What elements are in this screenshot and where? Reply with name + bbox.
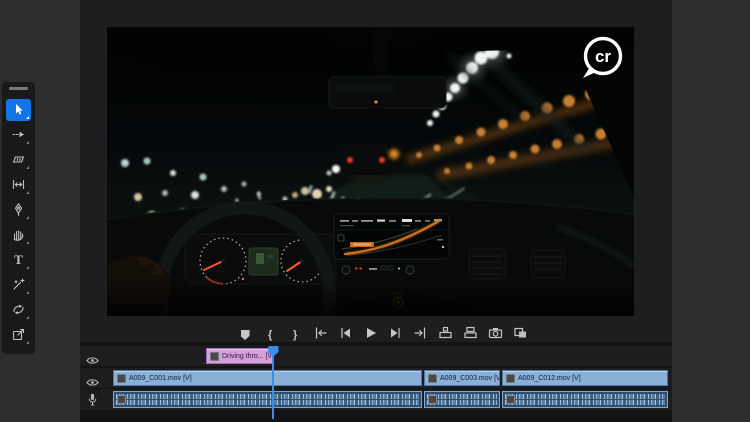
track-a1-voiceover-button[interactable] (88, 393, 97, 412)
eye-icon (86, 374, 99, 391)
mark-in-button[interactable]: { (262, 327, 278, 343)
lift-button[interactable] (438, 327, 454, 343)
waveform (505, 394, 665, 399)
slip-arrows-icon (12, 178, 25, 191)
selection-tool[interactable] (6, 99, 31, 121)
remix-tool[interactable] (6, 274, 31, 296)
comparison-view-button[interactable] (513, 327, 529, 343)
comparison-view-icon (513, 326, 528, 345)
razor-blade-icon (12, 153, 25, 166)
tools-panel: T (2, 82, 35, 354)
video-clip[interactable]: A009_C001.mov [V] (113, 370, 422, 386)
fx-badge-icon (117, 374, 126, 383)
play-button[interactable] (362, 327, 378, 343)
go-to-in-icon (313, 326, 328, 345)
program-monitor: cr (107, 27, 634, 316)
tool-list: T (2, 97, 35, 347)
video-clip[interactable]: A009_C003.mov [V] (424, 370, 500, 386)
wand-sparkle-icon (12, 278, 25, 291)
play-icon (363, 326, 378, 345)
mark-out-button[interactable]: } (287, 327, 303, 343)
extract-icon (463, 326, 478, 345)
waveform (116, 394, 419, 399)
camera-icon (488, 326, 503, 345)
hand-icon (12, 228, 25, 241)
pen-nib-icon (12, 203, 25, 216)
step-back-button[interactable] (337, 327, 353, 343)
clip-label: A009_C001.mov [V] (129, 375, 192, 382)
clip-label: A009_C012.mov [V] (518, 375, 581, 382)
razor-tool[interactable] (6, 149, 31, 171)
transport-controls: { } (237, 326, 529, 344)
fx-badge-icon (428, 395, 437, 404)
fx-badge-icon (506, 374, 515, 383)
clip-label: Driving thro... [V] (222, 353, 273, 360)
step-forward-icon (388, 326, 403, 345)
pen-tool[interactable] (6, 199, 31, 221)
marker-icon (241, 330, 250, 340)
edit-extension-tool[interactable] (6, 324, 31, 346)
svg-text:cr: cr (595, 47, 611, 66)
fx-badge-icon (428, 374, 437, 383)
waveform (427, 394, 497, 399)
audio-clip[interactable] (502, 391, 668, 408)
video-track-2 (80, 346, 672, 366)
audio-clip[interactable] (113, 391, 422, 408)
step-back-icon (338, 326, 353, 345)
slip-tool[interactable] (6, 174, 31, 196)
video-clip[interactable]: A009_C012.mov [V] (502, 370, 668, 386)
waveform (505, 400, 665, 405)
cursor-arrow-icon (12, 103, 25, 116)
dashed-arrow-icon (12, 128, 25, 141)
fx-badge-icon (210, 352, 219, 361)
audio-clip[interactable] (424, 391, 500, 408)
transform-tool[interactable] (6, 299, 31, 321)
waveform (116, 400, 419, 405)
mark-out-icon: } (293, 330, 297, 341)
track-select-forward-tool[interactable] (6, 124, 31, 146)
step-forward-button[interactable] (387, 327, 403, 343)
track-v2-visibility-toggle[interactable] (86, 352, 99, 370)
extract-button[interactable] (463, 327, 479, 343)
panel-drag-handle[interactable] (9, 87, 28, 90)
type-tool-glyph: T (14, 253, 23, 266)
lift-icon (438, 326, 453, 345)
night-driving-video-frame (107, 27, 634, 316)
curved-arrows-icon (12, 303, 25, 316)
add-marker-button[interactable] (237, 327, 253, 343)
open-external-icon (12, 328, 25, 341)
go-to-in-button[interactable] (312, 327, 328, 343)
playhead-line[interactable] (272, 347, 274, 419)
screen: T (0, 0, 750, 422)
microphone-icon (88, 394, 97, 411)
type-tool[interactable]: T (6, 249, 31, 271)
export-frame-button[interactable] (488, 327, 504, 343)
go-to-out-icon (413, 326, 428, 345)
clip-label: A009_C003.mov [V] (440, 375, 500, 382)
hand-tool[interactable] (6, 224, 31, 246)
graphic-clip[interactable]: Driving thro... [V] (206, 348, 273, 364)
fx-badge-icon (506, 395, 515, 404)
mark-in-icon: { (268, 330, 272, 341)
fx-badge-icon (117, 395, 126, 404)
eye-icon (86, 352, 99, 369)
waveform (427, 400, 497, 405)
track-v1-visibility-toggle[interactable] (86, 374, 99, 392)
cr-watermark-logo: cr (580, 35, 628, 83)
go-to-out-button[interactable] (413, 327, 429, 343)
